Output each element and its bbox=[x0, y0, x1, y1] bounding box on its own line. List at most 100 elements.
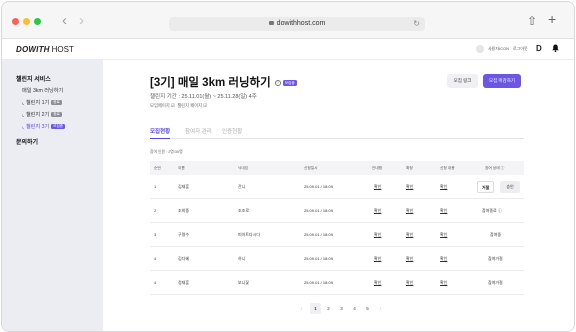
row-notice-link[interactable]: 확인 bbox=[374, 247, 381, 271]
column-header: 안내함 bbox=[372, 166, 383, 170]
row-confirm-link[interactable]: 확인 bbox=[406, 199, 413, 223]
help-icon[interactable]: ? bbox=[274, 79, 281, 86]
column-header: 닉네임 bbox=[238, 166, 249, 170]
row-confirm-link[interactable]: 확인 bbox=[406, 175, 413, 199]
minimize-window-button[interactable] bbox=[23, 18, 30, 25]
sidebar-item-challenge[interactable]: 매일 3km 러닝하기 bbox=[22, 87, 63, 94]
row-nickname: 보니꽃 bbox=[238, 280, 250, 285]
page-2-button[interactable]: 2 bbox=[323, 303, 334, 314]
close-recruit-button[interactable]: 모집 마감하기 bbox=[483, 74, 521, 88]
row-name: 김재훈 bbox=[178, 184, 190, 189]
status-badge: 모집중 bbox=[282, 79, 297, 86]
row-content-link[interactable]: 확인 bbox=[440, 271, 447, 295]
row-content-link[interactable]: 확인 bbox=[440, 175, 447, 199]
share-icon[interactable]: ⇧ bbox=[527, 15, 537, 27]
page-title: [3기] 매일 3km 러닝하기? 모집중 bbox=[150, 74, 297, 90]
reject-button[interactable]: 거절 bbox=[477, 181, 494, 193]
sidebar-item-gen1[interactable]: ⌞ 챌린지 1기 종료 bbox=[22, 99, 62, 106]
page-title-text: [3기] 매일 3km 러닝하기 bbox=[150, 77, 271, 89]
challenge-period: 챌린지 기간 : 25.11.01(월) ~ 25.11.28(일) 4주 bbox=[150, 94, 257, 100]
sidebar-section-challenge[interactable]: 챌린지 서비스 bbox=[16, 74, 51, 83]
tab-certification[interactable]: 인증현황 bbox=[222, 127, 242, 135]
row-name: 구명수 bbox=[178, 232, 190, 237]
table-row: 4 김다혜 하니 25.09.01 / 18:09 확인 확인 확인 참여거절 bbox=[150, 247, 524, 271]
lock-icon bbox=[268, 21, 274, 25]
approve-button[interactable]: 승인 bbox=[500, 181, 520, 193]
main-content: [3기] 매일 3km 러닝하기? 모집중 챌린지 기간 : 25.11.01(월… bbox=[103, 60, 574, 331]
table-row: 4 정재훈 보니꽃 25.09.01 / 18:09 확인 확인 확인 참여거절 bbox=[150, 271, 524, 295]
prev-page-icon[interactable]: ‹ bbox=[296, 303, 307, 314]
back-icon[interactable]: ‹ bbox=[62, 13, 67, 29]
row-name: 정재훈 bbox=[178, 280, 190, 285]
address-bar[interactable]: dowithhost.com ↻ bbox=[169, 17, 425, 31]
column-header: 순번 bbox=[154, 166, 161, 170]
status-badge: 모집중 bbox=[51, 124, 65, 130]
logo[interactable]: DOWITH HOST bbox=[16, 45, 74, 54]
forward-icon[interactable]: › bbox=[79, 13, 84, 29]
status-badge: 종료 bbox=[51, 100, 62, 106]
sidebar-item-gen3[interactable]: ⌞ 챌린지 3기 모집중 bbox=[22, 123, 65, 130]
logout-button[interactable]: 로그아웃 bbox=[513, 46, 528, 52]
row-status: 참여거절 bbox=[488, 256, 503, 261]
row-content-link[interactable]: 확인 bbox=[440, 223, 447, 247]
row-confirm-link[interactable]: 확인 bbox=[406, 271, 413, 295]
page-1-button[interactable]: 1 bbox=[310, 303, 321, 314]
sidebar-section-inquiry[interactable]: 문의하기 bbox=[16, 137, 38, 146]
participant-count: 참여 인원 : 2명/30명 bbox=[150, 150, 183, 154]
avatar[interactable] bbox=[476, 45, 484, 53]
row-status: 참여거절 bbox=[488, 280, 503, 285]
status-badge: 종료 bbox=[51, 112, 62, 118]
row-number: 3 bbox=[154, 232, 157, 237]
page-4-button[interactable]: 4 bbox=[349, 303, 360, 314]
d-icon[interactable]: D bbox=[536, 44, 542, 53]
sidebar-item-label: 챌린지 3기 bbox=[25, 124, 50, 130]
page-links: 모임페이지 ☑ 챌린지 페이지 ☑ bbox=[150, 103, 207, 109]
row-content-link[interactable]: 확인 bbox=[440, 247, 447, 271]
tab-recruit-status[interactable]: 모집현황 bbox=[150, 127, 171, 139]
row-number: 2 bbox=[154, 208, 157, 213]
recruit-link-button[interactable]: 모집 링크 bbox=[447, 74, 478, 88]
browser-window: ‹ › dowithhost.com ↻ ⇧ + DOWITH HOST 사용자I… bbox=[1, 1, 575, 332]
row-nickname: 조조로 bbox=[238, 208, 250, 213]
close-window-button[interactable] bbox=[12, 18, 19, 25]
row-date: 25.09.01 / 18:09 bbox=[304, 184, 333, 189]
maximize-window-button[interactable] bbox=[34, 18, 41, 25]
row-notice-link[interactable]: 확인 bbox=[374, 175, 381, 199]
row-name: 조희중 bbox=[178, 208, 190, 213]
row-confirm-link[interactable]: 확인 bbox=[406, 247, 413, 271]
row-notice-link[interactable]: 확인 bbox=[374, 199, 381, 223]
new-tab-icon[interactable]: + bbox=[548, 12, 556, 26]
sidebar-item-gen2[interactable]: ⌞ 챌린지 2기 종료 bbox=[22, 111, 62, 118]
row-confirm-link[interactable]: 확인 bbox=[406, 223, 413, 247]
challenge-page-link[interactable]: 챌린지 페이지 ☑ bbox=[177, 103, 207, 108]
row-nickname: 하니 bbox=[238, 256, 246, 261]
table-header: 순번 이름 닉네임 신청일시 안내함 확정 신청 내용 참여 상태 ⓘ bbox=[150, 161, 524, 175]
column-header: 신청 내용 bbox=[440, 166, 455, 170]
bell-icon[interactable] bbox=[552, 44, 559, 54]
row-date: 25.09.01 / 18:09 bbox=[304, 208, 333, 213]
tab-participant-manage[interactable]: 참여자 관리 bbox=[185, 127, 212, 135]
page-5-button[interactable]: 5 bbox=[362, 303, 373, 314]
next-page-icon[interactable]: › bbox=[375, 303, 386, 314]
row-number: 4 bbox=[154, 280, 157, 285]
row-notice-link[interactable]: 확인 bbox=[374, 223, 381, 247]
group-page-link[interactable]: 모임페이지 ☑ bbox=[150, 103, 175, 108]
row-date: 25.09.01 / 18:09 bbox=[304, 280, 333, 285]
browser-toolbar: ‹ › dowithhost.com ↻ ⇧ + bbox=[2, 2, 574, 39]
row-notice-link[interactable]: 확인 bbox=[374, 271, 381, 295]
reload-icon[interactable]: ↻ bbox=[413, 17, 420, 31]
page-3-button[interactable]: 3 bbox=[336, 303, 347, 314]
user-label[interactable]: 사용자ICON bbox=[488, 46, 509, 52]
column-header: 확정 bbox=[406, 166, 413, 170]
row-content-link[interactable]: 확인 bbox=[440, 199, 447, 223]
table-row: 1 김재훈 잔니 25.09.01 / 18:09 확인 확인 확인 거절 승인 bbox=[150, 175, 524, 199]
logo-bold: DOWITH bbox=[16, 45, 50, 54]
table-row: 2 조희중 조조로 25.09.01 / 18:09 확인 확인 확인 참여종료… bbox=[150, 199, 524, 223]
row-number: 1 bbox=[154, 184, 157, 189]
sidebar: 챌린지 서비스 매일 3km 러닝하기 ⌞ 챌린지 1기 종료 ⌞ 챌린지 2기 종… bbox=[2, 60, 103, 331]
row-name: 김다혜 bbox=[178, 256, 190, 261]
row-nickname: 잔니 bbox=[238, 184, 246, 189]
row-date: 25.09.01 / 18:09 bbox=[304, 256, 333, 261]
column-header: 신청일시 bbox=[304, 166, 318, 170]
sidebar-item-label: 챌린지 1기 bbox=[25, 100, 50, 106]
